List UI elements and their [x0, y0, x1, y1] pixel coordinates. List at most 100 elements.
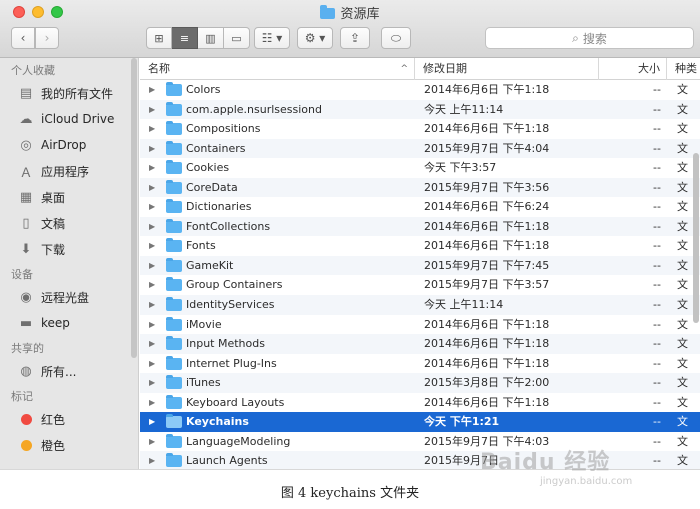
disclosure-triangle-icon[interactable]: ▶ [149, 197, 155, 217]
file-list: 名称 ^ 修改日期 大小 种类 ▶ Colors 2014年6月6日 下午1:18 --… [140, 58, 700, 469]
coverflow-view-button[interactable]: ▭ [224, 27, 250, 49]
file-name: FontCollections [186, 219, 271, 233]
sidebar-item-remote-disc[interactable]: ◉ 远程光盘 [0, 284, 138, 310]
folder-icon [166, 277, 182, 292]
column-view-button[interactable]: ▥ [198, 27, 224, 49]
file-name: com.apple.nsurlsessiond [186, 102, 322, 116]
disclosure-triangle-icon[interactable]: ▶ [149, 354, 155, 374]
disclosure-triangle-icon[interactable]: ▶ [149, 334, 155, 354]
search-field[interactable]: ⌕ 搜索 [485, 27, 694, 49]
sidebar-item-tag-red[interactable]: 红色 [0, 406, 138, 432]
sidebar-item-keep[interactable]: ▬ keep [0, 310, 138, 336]
table-row[interactable]: ▶ iMovie 2014年6月6日 下午1:18 -- 文 [140, 315, 700, 335]
file-date: 今天 下午3:57 [424, 161, 497, 175]
file-name: Colors [186, 83, 221, 96]
table-row[interactable]: ▶ iTunes 2015年3月8日 下午2:00 -- 文 [140, 373, 700, 393]
sidebar-item-all-files[interactable]: ▤ 我的所有文件 [0, 80, 138, 106]
file-date: 2014年6月6日 下午1:18 [424, 317, 550, 331]
table-row[interactable]: ▶ Keyboard Layouts 2014年6月6日 下午1:18 -- 文 [140, 393, 700, 413]
tag-button[interactable]: ⬭ [381, 27, 411, 49]
sidebar-item-shared-all[interactable]: ◍ 所有... [0, 358, 138, 384]
disclosure-triangle-icon[interactable]: ▶ [149, 256, 155, 276]
file-size: -- [653, 180, 661, 194]
sidebar-item-documents[interactable]: ▯ 文稿 [0, 210, 138, 236]
sidebar-item-downloads[interactable]: ⬇ 下载 [0, 236, 138, 262]
share-icon: ⇪ [349, 31, 361, 45]
table-row[interactable]: ▶ GameKit 2015年9月7日 下午7:45 -- 文 [140, 255, 700, 276]
forward-button[interactable]: › [35, 27, 59, 49]
file-date: 2014年6月6日 下午1:18 [424, 122, 550, 136]
icon-view-button[interactable]: ⊞ [146, 27, 172, 49]
column-header-size[interactable]: 大小 [599, 58, 667, 80]
action-button[interactable]: ⚙ ▾ [297, 27, 333, 49]
view-mode-group: ⊞ ≡ ▥ ▭ [146, 27, 250, 49]
share-button[interactable]: ⇪ [340, 27, 370, 49]
table-row[interactable]: ▶ Containers 2015年9月7日 下午4:04 -- 文 [140, 138, 700, 159]
disclosure-triangle-icon[interactable]: ▶ [149, 236, 155, 256]
column-header-name[interactable]: 名称 ^ [140, 58, 415, 80]
table-row[interactable]: ▶ Compositions 2014年6月6日 下午1:18 -- 文 [140, 119, 700, 139]
file-size: -- [653, 278, 661, 292]
list-view-button[interactable]: ≡ [172, 27, 198, 49]
sidebar-item-tag-orange[interactable]: 橙色 [0, 432, 138, 458]
folder-icon [166, 414, 182, 429]
sidebar-item-airdrop[interactable]: ◎ AirDrop [0, 132, 138, 158]
columns-icon: ▥ [205, 31, 216, 45]
folder-icon [166, 297, 182, 312]
file-name: iTunes [186, 376, 221, 390]
file-name: CoreData [186, 180, 238, 194]
disclosure-triangle-icon[interactable]: ▶ [149, 178, 155, 198]
disclosure-triangle-icon[interactable]: ▶ [149, 139, 155, 159]
folder-icon [166, 336, 182, 351]
column-header-kind[interactable]: 种类 [667, 58, 700, 80]
arrange-button[interactable]: ☷ ▾ [254, 27, 290, 49]
file-date: 2014年6月6日 下午1:18 [424, 356, 550, 370]
sidebar-item-desktop[interactable]: ▦ 桌面 [0, 184, 138, 210]
disclosure-triangle-icon[interactable]: ▶ [149, 451, 155, 469]
folder-icon [166, 238, 182, 253]
network-icon: ◍ [20, 363, 32, 379]
sidebar-header-devices: 设备 [11, 268, 33, 281]
table-row[interactable]: ▶ Keychains 今天 下午1:21 -- 文 [140, 412, 700, 432]
folder-icon [320, 5, 336, 19]
sidebar-item-applications[interactable]: Ａ 应用程序 [0, 158, 138, 184]
table-row[interactable]: ▶ FontCollections 2014年6月6日 下午1:18 -- 文 [140, 216, 700, 237]
table-row[interactable]: ▶ CoreData 2015年9月7日 下午3:56 -- 文 [140, 177, 700, 198]
table-row[interactable]: ▶ Group Containers 2015年9月7日 下午3:57 -- 文 [140, 275, 700, 295]
disclosure-triangle-icon[interactable]: ▶ [149, 217, 155, 237]
disclosure-triangle-icon[interactable]: ▶ [149, 119, 155, 139]
disclosure-triangle-icon[interactable]: ▶ [149, 432, 155, 452]
disclosure-triangle-icon[interactable]: ▶ [149, 412, 155, 432]
file-name: Compositions [186, 122, 261, 136]
back-button[interactable]: ‹ [11, 27, 35, 49]
disclosure-triangle-icon[interactable]: ▶ [149, 158, 155, 178]
disclosure-triangle-icon[interactable]: ▶ [149, 393, 155, 413]
disclosure-triangle-icon[interactable]: ▶ [149, 100, 155, 120]
disclosure-triangle-icon[interactable]: ▶ [149, 295, 155, 315]
disclosure-triangle-icon[interactable]: ▶ [149, 80, 155, 100]
sidebar-item-icloud[interactable]: ☁ iCloud Drive [0, 106, 138, 132]
list-scrollbar[interactable] [693, 153, 699, 323]
table-row[interactable]: ▶ Dictionaries 2014年6月6日 下午6:24 -- 文 [140, 197, 700, 217]
figure-caption: 图 4 keychains 文件夹 [280, 486, 420, 501]
file-name: iMovie [186, 317, 222, 331]
column-header-date[interactable]: 修改日期 [415, 58, 599, 80]
table-row[interactable]: ▶ Input Methods 2014年6月6日 下午1:18 -- 文 [140, 334, 700, 354]
sidebar-scrollbar[interactable] [131, 58, 137, 358]
file-size: -- [653, 337, 661, 351]
table-row[interactable]: ▶ Cookies 今天 下午3:57 -- 文 [140, 158, 700, 178]
grid-icon: ⊞ [154, 31, 164, 45]
table-row[interactable]: ▶ Internet Plug-Ins 2014年6月6日 下午1:18 -- 文 [140, 354, 700, 374]
folder-icon [166, 218, 182, 233]
file-date: 2014年6月6日 下午6:24 [424, 200, 550, 214]
disclosure-triangle-icon[interactable]: ▶ [149, 373, 155, 393]
table-row[interactable]: ▶ IdentityServices 今天 上午11:14 -- 文 [140, 295, 700, 315]
table-row[interactable]: ▶ Fonts 2014年6月6日 下午1:18 -- 文 [140, 236, 700, 256]
table-row[interactable]: ▶ Colors 2014年6月6日 下午1:18 -- 文 [140, 80, 700, 100]
window-title: 资源库 [0, 3, 700, 22]
table-row[interactable]: ▶ com.apple.nsurlsessiond 今天 上午11:14 -- 文 [140, 99, 700, 120]
list-header: 名称 ^ 修改日期 大小 种类 [140, 58, 700, 80]
disclosure-triangle-icon[interactable]: ▶ [149, 275, 155, 295]
airdrop-icon: ◎ [20, 137, 32, 153]
disclosure-triangle-icon[interactable]: ▶ [149, 315, 155, 335]
